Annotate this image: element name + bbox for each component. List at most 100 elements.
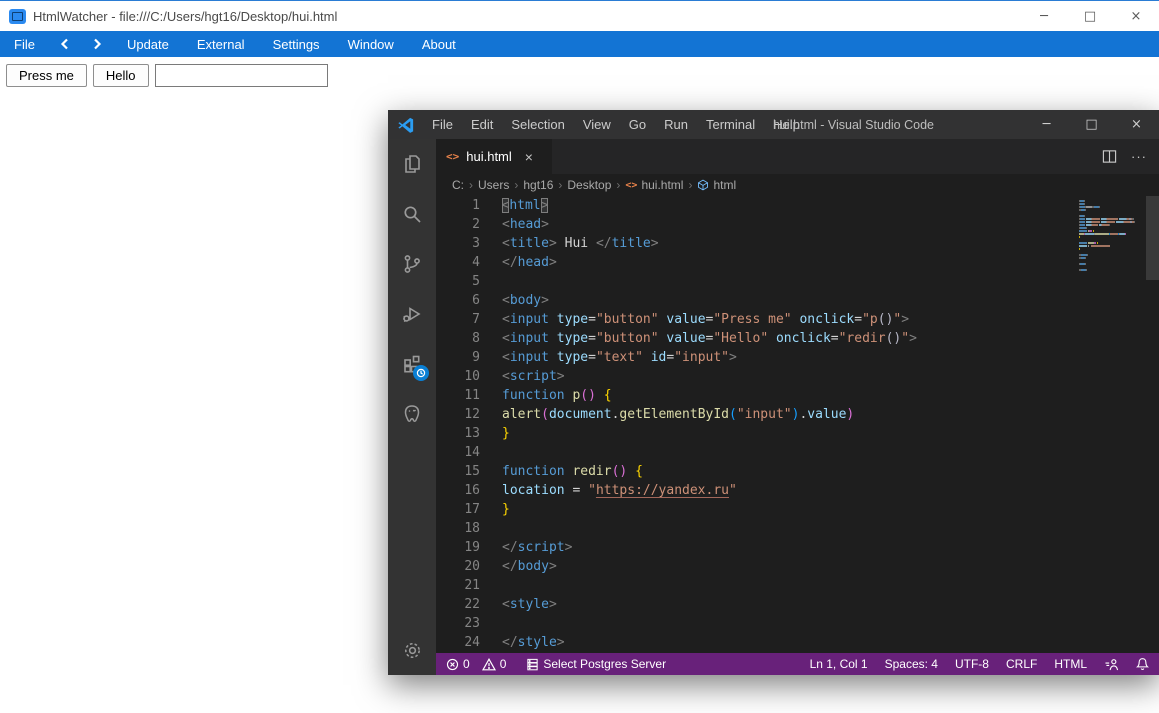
problems-warnings[interactable]: 0 — [481, 657, 506, 671]
split-editor-icon[interactable] — [1102, 149, 1117, 164]
code-token: < — [502, 597, 510, 612]
menu-item-go[interactable]: Go — [620, 117, 655, 132]
close-button[interactable]: × — [1114, 110, 1159, 139]
code-line-12[interactable]: alert(document.getElementById("input").v… — [502, 407, 1159, 426]
problems-errors[interactable]: 0 — [446, 657, 470, 671]
close-button[interactable]: × — [1113, 1, 1159, 31]
breadcrumb-desktop[interactable]: Desktop — [567, 178, 611, 192]
menu-item-edit[interactable]: Edit — [462, 117, 502, 132]
menu-item-terminal[interactable]: Terminal — [697, 117, 764, 132]
breadcrumb-hgt16[interactable]: hgt16 — [523, 178, 553, 192]
breadcrumb-drive[interactable]: C: — [452, 178, 464, 192]
code-token: type — [556, 331, 589, 346]
code-token: { — [635, 464, 643, 479]
notifications-bell-icon[interactable] — [1136, 657, 1149, 671]
code-line-13[interactable]: } — [502, 426, 1159, 445]
menu-item-window[interactable]: Window — [334, 31, 408, 57]
minimap-line — [1079, 218, 1145, 220]
code-token: < — [502, 217, 510, 232]
code-token: "Hello" — [713, 331, 769, 346]
menu-item-help[interactable]: Help — [764, 117, 809, 132]
code-token: < — [502, 236, 510, 251]
maximize-button[interactable]: □ — [1067, 1, 1113, 31]
cursor-position[interactable]: Ln 1, Col 1 — [810, 657, 868, 671]
menu-item-external[interactable]: External — [183, 31, 259, 57]
code-token: () — [885, 331, 902, 346]
code-line-18[interactable] — [502, 521, 1159, 540]
code-token: value — [666, 331, 706, 346]
minimize-button[interactable]: ─ — [1024, 110, 1069, 139]
extensions-icon[interactable] — [388, 339, 436, 389]
menu-item-settings[interactable]: Settings — [259, 31, 334, 57]
code-line-9[interactable]: <input type="text" id="input"> — [502, 350, 1159, 369]
code-editor[interactable]: 1 2 3 4 5 6 7 8 9 10 11 12 13 14 15 16 17 18 19 20 21 22 23 24 … — [436, 196, 1159, 653]
indentation-setting[interactable]: Spaces: 4 — [885, 657, 938, 671]
code-line-17[interactable]: } — [502, 502, 1159, 521]
line-number: 16 — [464, 483, 480, 498]
code-line-23[interactable] — [502, 616, 1159, 635]
press-me-button[interactable]: Press me — [6, 64, 87, 87]
forward-arrow-icon[interactable] — [81, 38, 113, 50]
code-line-8[interactable]: <input type="button" value="Hello" oncli… — [502, 331, 1159, 350]
code-line-16[interactable]: location = "https://yandex.ru" — [502, 483, 1159, 502]
code-line-15[interactable]: function redir() { — [502, 464, 1159, 483]
menu-item-selection[interactable]: Selection — [502, 117, 573, 132]
code-line-3[interactable]: <title> Hui </title> — [502, 236, 1159, 255]
code-line-24[interactable]: </style> — [502, 635, 1159, 653]
menu-item-run[interactable]: Run — [655, 117, 697, 132]
encoding-setting[interactable]: UTF-8 — [955, 657, 989, 671]
editor-scrollbar[interactable] — [1146, 196, 1159, 280]
language-mode[interactable]: HTML — [1054, 657, 1087, 671]
menu-item-file[interactable]: File — [423, 117, 462, 132]
code-line-10[interactable]: <script> — [502, 369, 1159, 388]
code-token: > — [548, 559, 557, 574]
code-line-20[interactable]: </body> — [502, 559, 1159, 578]
menu-item-file[interactable]: File — [0, 31, 49, 57]
code-token: onclick — [799, 312, 855, 327]
breadcrumb-users[interactable]: Users — [478, 178, 509, 192]
breadcrumb-html-symbol[interactable]: html — [697, 178, 736, 192]
maximize-button[interactable]: □ — [1069, 110, 1114, 139]
code-line-1[interactable]: <html> — [502, 198, 1159, 217]
source-control-icon[interactable] — [388, 239, 436, 289]
code-line-11[interactable]: function p() { — [502, 388, 1159, 407]
code-line-2[interactable]: <head> — [502, 217, 1159, 236]
hello-button[interactable]: Hello — [92, 64, 149, 87]
back-arrow-icon[interactable] — [49, 38, 81, 50]
code-token: "input" — [674, 350, 730, 365]
code-line-21[interactable] — [502, 578, 1159, 597]
tab-close-icon[interactable]: × — [525, 149, 533, 165]
explorer-icon[interactable] — [388, 139, 436, 189]
line-number: 24 — [464, 635, 480, 650]
code-line-14[interactable] — [502, 445, 1159, 464]
code-line-6[interactable]: <body> — [502, 293, 1159, 312]
html-file-icon: <> — [446, 150, 460, 163]
eol-setting[interactable]: CRLF — [1006, 657, 1037, 671]
htmlwatcher-window-title: HtmlWatcher - file:///C:/Users/hgt16/Des… — [33, 8, 338, 24]
postgres-server-selector[interactable]: Select Postgres Server — [526, 657, 666, 671]
minimize-button[interactable]: ─ — [1021, 1, 1067, 31]
postgresql-icon[interactable] — [388, 389, 436, 439]
breadcrumb-file[interactable]: <> hui.html — [625, 178, 683, 192]
text-input[interactable] — [154, 64, 328, 87]
more-actions-icon[interactable]: ··· — [1131, 149, 1147, 164]
search-icon[interactable] — [388, 189, 436, 239]
code-line-22[interactable]: <style> — [502, 597, 1159, 616]
tab-hui-html[interactable]: <> hui.html × — [436, 139, 552, 174]
menu-item-view[interactable]: View — [574, 117, 620, 132]
settings-gear-icon[interactable] — [388, 625, 436, 675]
code-line-7[interactable]: <input type="button" value="Press me" on… — [502, 312, 1159, 331]
code-line-4[interactable]: </head> — [502, 255, 1159, 274]
feedback-icon[interactable] — [1104, 658, 1119, 671]
run-and-debug-icon[interactable] — [388, 289, 436, 339]
code-line-19[interactable]: </script> — [502, 540, 1159, 559]
line-number: 4 — [472, 255, 480, 270]
menu-item-update[interactable]: Update — [113, 31, 183, 57]
code-token: > — [556, 369, 565, 384]
code-content[interactable]: <html> <head> <title> Hui </title> </head> <… — [502, 196, 1159, 653]
code-token: "button" — [595, 312, 659, 327]
code-line-5[interactable] — [502, 274, 1159, 293]
menu-item-about[interactable]: About — [408, 31, 470, 57]
minimap[interactable] — [1079, 200, 1145, 272]
